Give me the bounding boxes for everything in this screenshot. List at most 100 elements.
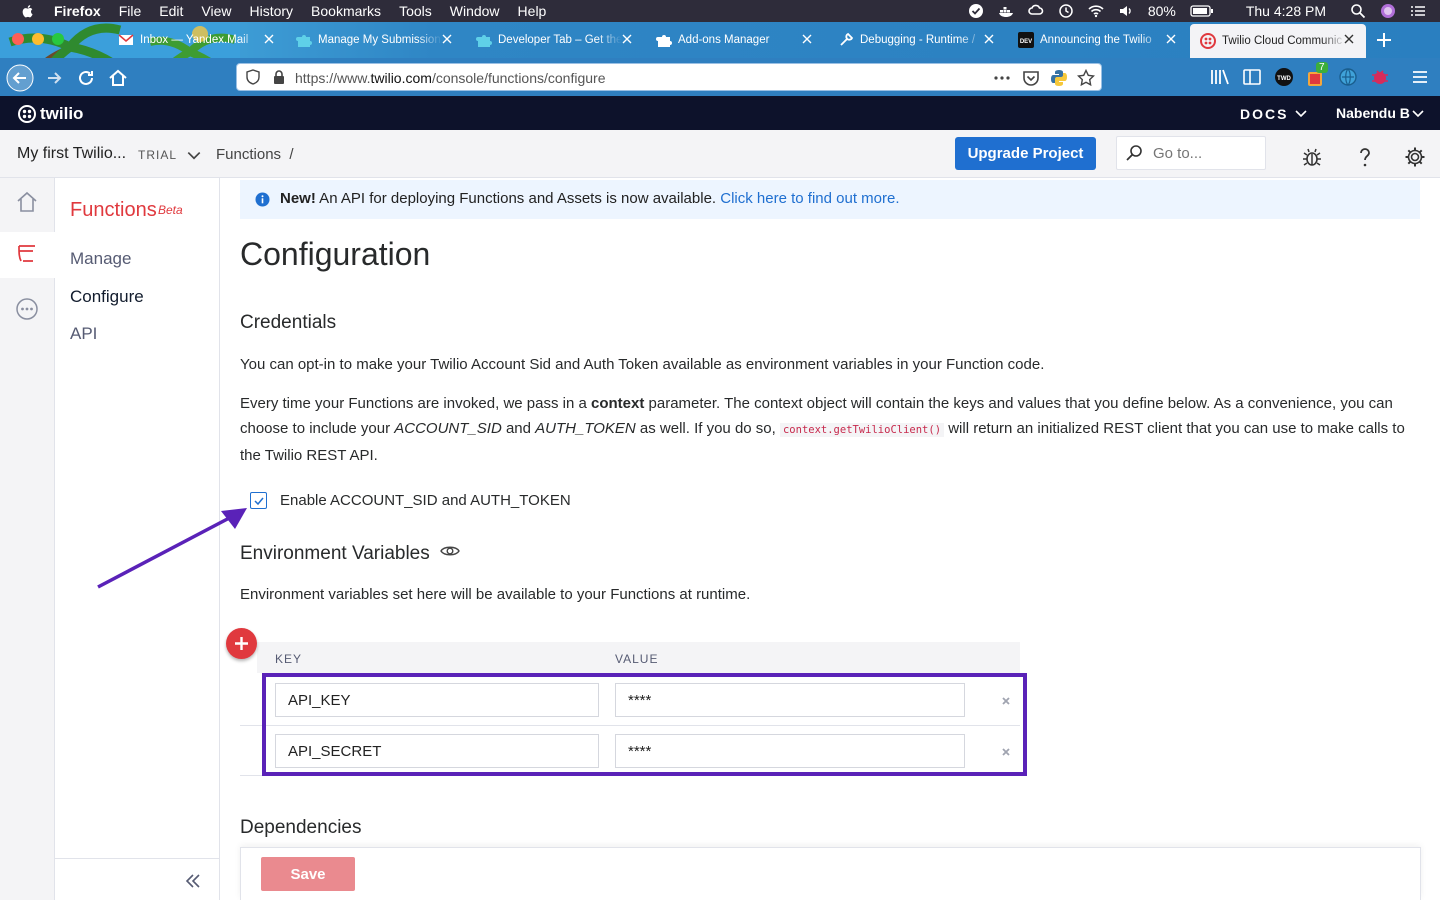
credentials-heading: Credentials	[240, 312, 337, 333]
settings-gear-icon[interactable]	[1404, 146, 1426, 168]
product-rail	[0, 178, 55, 900]
collapse-double-chevron-icon[interactable]	[184, 873, 202, 889]
credentials-description: You can opt-in to make your Twilio Accou…	[240, 356, 1045, 373]
sidenav-item-manage[interactable]: Manage	[70, 249, 131, 269]
tab-close-icon[interactable]	[440, 32, 454, 46]
lock-icon[interactable]	[271, 69, 287, 85]
menu-tools[interactable]: Tools	[399, 3, 432, 19]
docker-icon[interactable]	[998, 3, 1014, 19]
wrench-icon	[840, 32, 854, 46]
url-text[interactable]: https://www.twilio.com/console/functions…	[295, 70, 606, 86]
back-arrow-icon[interactable]	[6, 64, 34, 92]
tab-close-icon[interactable]	[982, 32, 996, 46]
column-header-value: VALUE	[615, 652, 659, 666]
chevron-down-icon[interactable]	[1294, 107, 1308, 121]
sidenav-item-api[interactable]: API	[70, 324, 97, 344]
menu-app-name[interactable]: Firefox	[54, 3, 101, 19]
browser-tab-debugging[interactable]: Debugging - Runtime /	[828, 24, 1006, 56]
siri-icon[interactable]	[1380, 3, 1396, 19]
sidenav-item-configure[interactable]: Configure	[70, 287, 144, 307]
creative-cloud-icon[interactable]	[1028, 3, 1044, 19]
reload-icon[interactable]	[72, 64, 100, 92]
menu-file[interactable]: File	[119, 3, 142, 19]
globe-extension-icon[interactable]	[1338, 67, 1358, 87]
sidebar-toggle-icon[interactable]	[1242, 68, 1262, 86]
browser-tab-developer[interactable]: Developer Tab – Get the	[466, 24, 644, 56]
api-info-banner: New! An API for deploying Functions and …	[240, 180, 1420, 219]
more-ellipsis-icon[interactable]	[15, 297, 39, 321]
library-icon[interactable]	[1210, 68, 1230, 86]
menu-edit[interactable]: Edit	[159, 3, 183, 19]
page-actions-more-icon[interactable]	[993, 70, 1011, 86]
home-icon[interactable]	[15, 190, 39, 214]
project-name[interactable]: My first Twilio...	[17, 145, 126, 163]
save-button[interactable]: Save	[261, 857, 355, 891]
time-machine-icon[interactable]	[1058, 3, 1074, 19]
menu-window[interactable]: Window	[450, 3, 500, 19]
annotation-highlight-box	[262, 673, 1027, 776]
enable-credentials-label[interactable]: Enable ACCOUNT_SID and AUTH_TOKEN	[280, 492, 571, 509]
tab-close-icon[interactable]	[1164, 32, 1178, 46]
dev-icon: DEV	[1018, 32, 1034, 48]
menu-bookmarks[interactable]: Bookmarks	[311, 3, 381, 19]
notification-center-icon[interactable]	[1410, 3, 1426, 19]
chevron-down-icon[interactable]	[1411, 107, 1425, 121]
status-check-icon[interactable]	[968, 3, 984, 19]
volume-icon[interactable]	[1118, 3, 1134, 19]
annotation-arrow	[97, 508, 247, 589]
pocket-icon[interactable]	[1022, 69, 1040, 87]
page-title: Configuration	[240, 236, 431, 272]
puzzle-icon	[296, 35, 312, 47]
url-bar[interactable]: https://www.twilio.com/console/functions…	[236, 63, 1102, 91]
browser-tab-announcing-twilio[interactable]: DEV Announcing the Twilio	[1008, 24, 1188, 56]
tab-close-icon[interactable]	[800, 32, 814, 46]
eye-icon[interactable]	[440, 543, 460, 559]
column-header-key: KEY	[275, 652, 303, 666]
browser-tab-twilio-console[interactable]: Twilio Cloud Communic	[1190, 24, 1366, 58]
window-zoom-button[interactable]	[52, 33, 64, 45]
user-menu[interactable]: Nabendu B	[1336, 105, 1410, 121]
project-switcher-chevron-icon[interactable]	[186, 148, 202, 164]
bookmark-star-icon[interactable]	[1077, 69, 1095, 87]
breadcrumb[interactable]: Functions /	[216, 146, 294, 163]
tab-close-icon[interactable]	[1342, 32, 1356, 46]
spotlight-search-icon[interactable]	[1350, 3, 1366, 19]
twilio-top-header	[0, 96, 1440, 130]
python-extension-icon[interactable]	[1050, 69, 1068, 87]
browser-tab-manage-submissions[interactable]: Manage My Submissions	[286, 24, 464, 56]
apple-icon[interactable]	[20, 3, 36, 19]
menu-help[interactable]: Help	[518, 3, 547, 19]
debugger-bug-icon[interactable]	[1301, 146, 1323, 168]
home-icon[interactable]	[104, 64, 132, 92]
extension-badge-count: 7	[1316, 62, 1328, 73]
docs-menu[interactable]: DOCS	[1240, 106, 1288, 122]
hamburger-menu-icon[interactable]	[1410, 67, 1430, 87]
svg-text:DEV: DEV	[1020, 39, 1032, 45]
banner-find-out-link[interactable]: Click here to find out more.	[720, 190, 899, 207]
search-icon	[1126, 145, 1142, 161]
upgrade-project-button[interactable]: Upgrade Project	[955, 137, 1096, 170]
tracking-shield-icon[interactable]	[245, 69, 261, 85]
menu-view[interactable]: View	[201, 3, 231, 19]
forward-arrow-icon[interactable]	[40, 64, 68, 92]
tab-close-icon[interactable]	[262, 32, 276, 46]
wifi-icon[interactable]	[1088, 3, 1104, 19]
add-env-var-button[interactable]	[226, 628, 257, 659]
tab-close-icon[interactable]	[620, 32, 634, 46]
window-minimize-button[interactable]	[32, 33, 44, 45]
banner-new-label: New!	[280, 190, 316, 207]
browser-tab-addons-manager[interactable]: Add-ons Manager	[646, 24, 824, 56]
save-footer-bar	[240, 847, 1421, 900]
functions-icon[interactable]	[15, 242, 39, 266]
browser-tab-yandex-mail[interactable]: Inbox — Yandex.Mail	[108, 24, 286, 56]
banner-text: An API for deploying Functions and Asset…	[315, 190, 721, 207]
twd-extension-icon[interactable]: TWD	[1274, 67, 1294, 87]
window-close-button[interactable]	[12, 33, 24, 45]
new-tab-plus-icon[interactable]	[1372, 28, 1396, 52]
menu-history[interactable]: History	[249, 3, 293, 19]
menu-clock[interactable]: Thu 4:28 PM	[1246, 3, 1326, 19]
bug-extension-icon[interactable]	[1370, 67, 1390, 87]
twilio-logo[interactable]: twilio	[18, 104, 83, 124]
battery-icon[interactable]	[1190, 3, 1214, 19]
help-question-icon[interactable]	[1354, 146, 1376, 168]
